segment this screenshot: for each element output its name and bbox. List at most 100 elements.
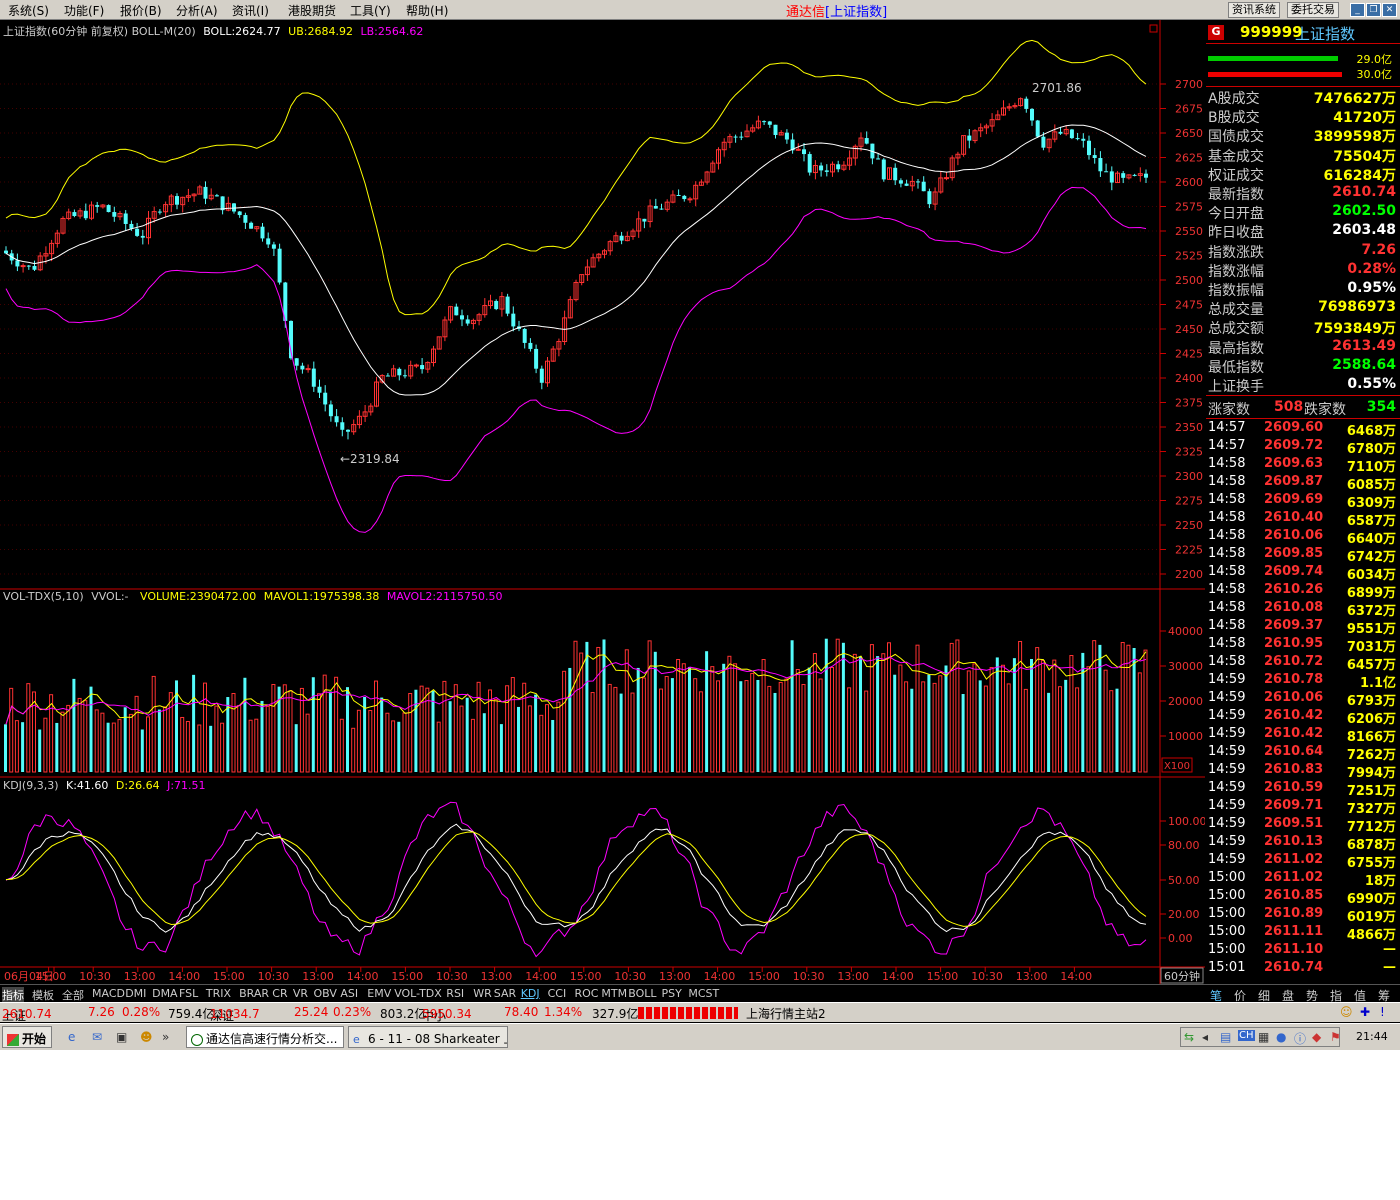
- candle: [249, 222, 254, 229]
- candle: [420, 365, 425, 370]
- task-tdx[interactable]: 通达信高速行情分析交...: [186, 1026, 344, 1048]
- bulb-icon[interactable]: ☺: [1340, 1005, 1353, 1019]
- indicator-tab[interactable]: PSY: [662, 987, 682, 1000]
- indicator-tab[interactable]: WR: [473, 987, 492, 1000]
- indicator-tab[interactable]: DMA: [152, 987, 178, 1000]
- tray-shield-icon[interactable]: ◆: [1312, 1030, 1321, 1044]
- indicator-tab[interactable]: VR: [293, 987, 308, 1000]
- candle: [413, 364, 419, 367]
- volume-bar: [995, 657, 999, 772]
- indicator-tab[interactable]: RSI: [446, 987, 464, 1000]
- tray-ime-icon[interactable]: CH: [1238, 1030, 1255, 1041]
- close-icon[interactable]: ✕: [1382, 3, 1397, 17]
- trade-button[interactable]: 委托交易: [1287, 2, 1339, 18]
- candle: [682, 195, 687, 200]
- tray-volume-icon[interactable]: ◂: [1202, 1030, 1208, 1044]
- info-system-button[interactable]: 资讯系统: [1228, 2, 1280, 18]
- tray-network-icon[interactable]: ⇆: [1184, 1030, 1194, 1044]
- menu-function[interactable]: 功能(F): [64, 2, 104, 19]
- time-label: 15:00: [213, 970, 245, 983]
- chart-area[interactable]: 2700 2675 2650 2625 2600 2575 2550 2525 2500 2475…: [0, 20, 1205, 984]
- messenger-icon[interactable]: ☻: [140, 1030, 153, 1044]
- indicator-tab[interactable]: 全部: [62, 987, 84, 1003]
- tray-keyboard-icon[interactable]: ▦: [1258, 1030, 1269, 1044]
- candle: [876, 158, 881, 160]
- stat-label: 最高指数: [1208, 340, 1264, 357]
- tick-row: 14:57 2609.60 6468万: [1208, 420, 1396, 439]
- indicator-tab[interactable]: MCST: [688, 987, 719, 1000]
- menu-help[interactable]: 帮助(H): [406, 2, 448, 19]
- candle: [305, 368, 311, 371]
- volume-bar: [517, 706, 520, 772]
- volume-y-tick: 30000: [1168, 660, 1203, 673]
- candle: [494, 300, 499, 310]
- indicator-tab[interactable]: FSL: [179, 987, 198, 1000]
- menu-system[interactable]: 系统(S): [8, 2, 49, 19]
- tick-row: 15:00 2610.85 6990万: [1208, 888, 1396, 907]
- indicator-tab[interactable]: CCI: [548, 987, 567, 1000]
- main-y-tick: 2425: [1175, 348, 1203, 361]
- candle: [140, 235, 145, 238]
- indicator-tab[interactable]: VOL-TDX: [394, 987, 442, 1000]
- status-icon[interactable]: ✚: [1360, 1005, 1370, 1019]
- indicator-tab[interactable]: EMV: [367, 987, 391, 1000]
- candle: [385, 375, 390, 377]
- start-button[interactable]: 开始: [2, 1026, 52, 1048]
- time-label: 13:00: [124, 970, 156, 983]
- indicator-tab[interactable]: 指标: [2, 987, 24, 1003]
- tick-row: 14:58 2610.72 6457万: [1208, 654, 1396, 673]
- server-name[interactable]: 上海行情主站2: [746, 1005, 826, 1022]
- desktop-icon[interactable]: ▣: [116, 1030, 127, 1044]
- indicator-tab[interactable]: SAR: [494, 987, 516, 1000]
- indicator-tab[interactable]: MACD: [92, 987, 125, 1000]
- tray-flag-icon[interactable]: ⚑: [1330, 1030, 1341, 1044]
- quicklaunch-more-icon[interactable]: »: [162, 1030, 169, 1044]
- volume-bar: [978, 680, 982, 772]
- main-y-tick: 2675: [1175, 103, 1203, 116]
- volume-bar: [1098, 644, 1102, 772]
- tray-bluetooth-icon[interactable]: ●: [1276, 1030, 1286, 1044]
- stat-label: 总成交额: [1208, 321, 1264, 338]
- task-ie[interactable]: e6 - 11 - 08 Sharkeater 上...: [348, 1026, 508, 1048]
- indicator-tab[interactable]: 模板: [32, 987, 54, 1003]
- tray-info-icon[interactable]: ⓘ: [1294, 1030, 1306, 1047]
- tick-row: 14:59 2610.83 7994万: [1208, 762, 1396, 781]
- badge-g: G: [1208, 25, 1224, 40]
- alert-icon[interactable]: !: [1380, 1005, 1385, 1019]
- indicator-tab[interactable]: OBV: [314, 987, 337, 1000]
- minimize-icon[interactable]: _: [1350, 3, 1365, 17]
- time-label: 13:00: [481, 970, 513, 983]
- volume-bar: [551, 719, 555, 772]
- indicator-tab[interactable]: ROC: [575, 987, 599, 1000]
- outlook-icon[interactable]: ✉: [92, 1030, 102, 1044]
- chart-canvas[interactable]: 2700 2675 2650 2625 2600 2575 2550 2525 2500 2475…: [0, 20, 1205, 984]
- indicator-tab[interactable]: BRAR: [239, 987, 269, 1000]
- ie-icon[interactable]: e: [68, 1030, 75, 1044]
- tray-display-icon[interactable]: ▤: [1220, 1030, 1231, 1044]
- indicator-tab[interactable]: ASI: [340, 987, 358, 1000]
- indicator-tab[interactable]: TRIX: [206, 987, 231, 1000]
- security-code: 999999: [1240, 23, 1303, 41]
- main-y-tick: 2700: [1175, 78, 1203, 91]
- candle: [898, 180, 903, 184]
- indicator-tab[interactable]: KDJ: [521, 987, 540, 1000]
- menu-quote[interactable]: 报价(B): [120, 2, 162, 19]
- indicator-tab[interactable]: DMI: [125, 987, 146, 1000]
- menu-hk-futures[interactable]: 港股期货: [288, 2, 336, 19]
- main-y-tick: 2300: [1175, 470, 1203, 483]
- candle: [266, 238, 271, 245]
- tick-row: 15:01 2610.74—: [1208, 960, 1396, 975]
- restore-icon[interactable]: ❐: [1366, 3, 1381, 17]
- period-label[interactable]: 60分钟: [1164, 969, 1200, 983]
- stat-row: 昨日收盘 2603.48: [1206, 222, 1400, 241]
- volume-y-tick: 20000: [1168, 695, 1203, 708]
- menu-tools[interactable]: 工具(Y): [350, 2, 391, 19]
- menu-info[interactable]: 资讯(I): [232, 2, 269, 19]
- indicator-tab[interactable]: MTM: [601, 987, 627, 1000]
- indicator-tab[interactable]: BOLL: [628, 987, 656, 1000]
- menu-analysis[interactable]: 分析(A): [176, 2, 218, 19]
- indicator-tab[interactable]: CR: [272, 987, 287, 1000]
- time-label: 14:00: [704, 970, 736, 983]
- candle: [1058, 131, 1063, 134]
- candle: [1041, 136, 1046, 148]
